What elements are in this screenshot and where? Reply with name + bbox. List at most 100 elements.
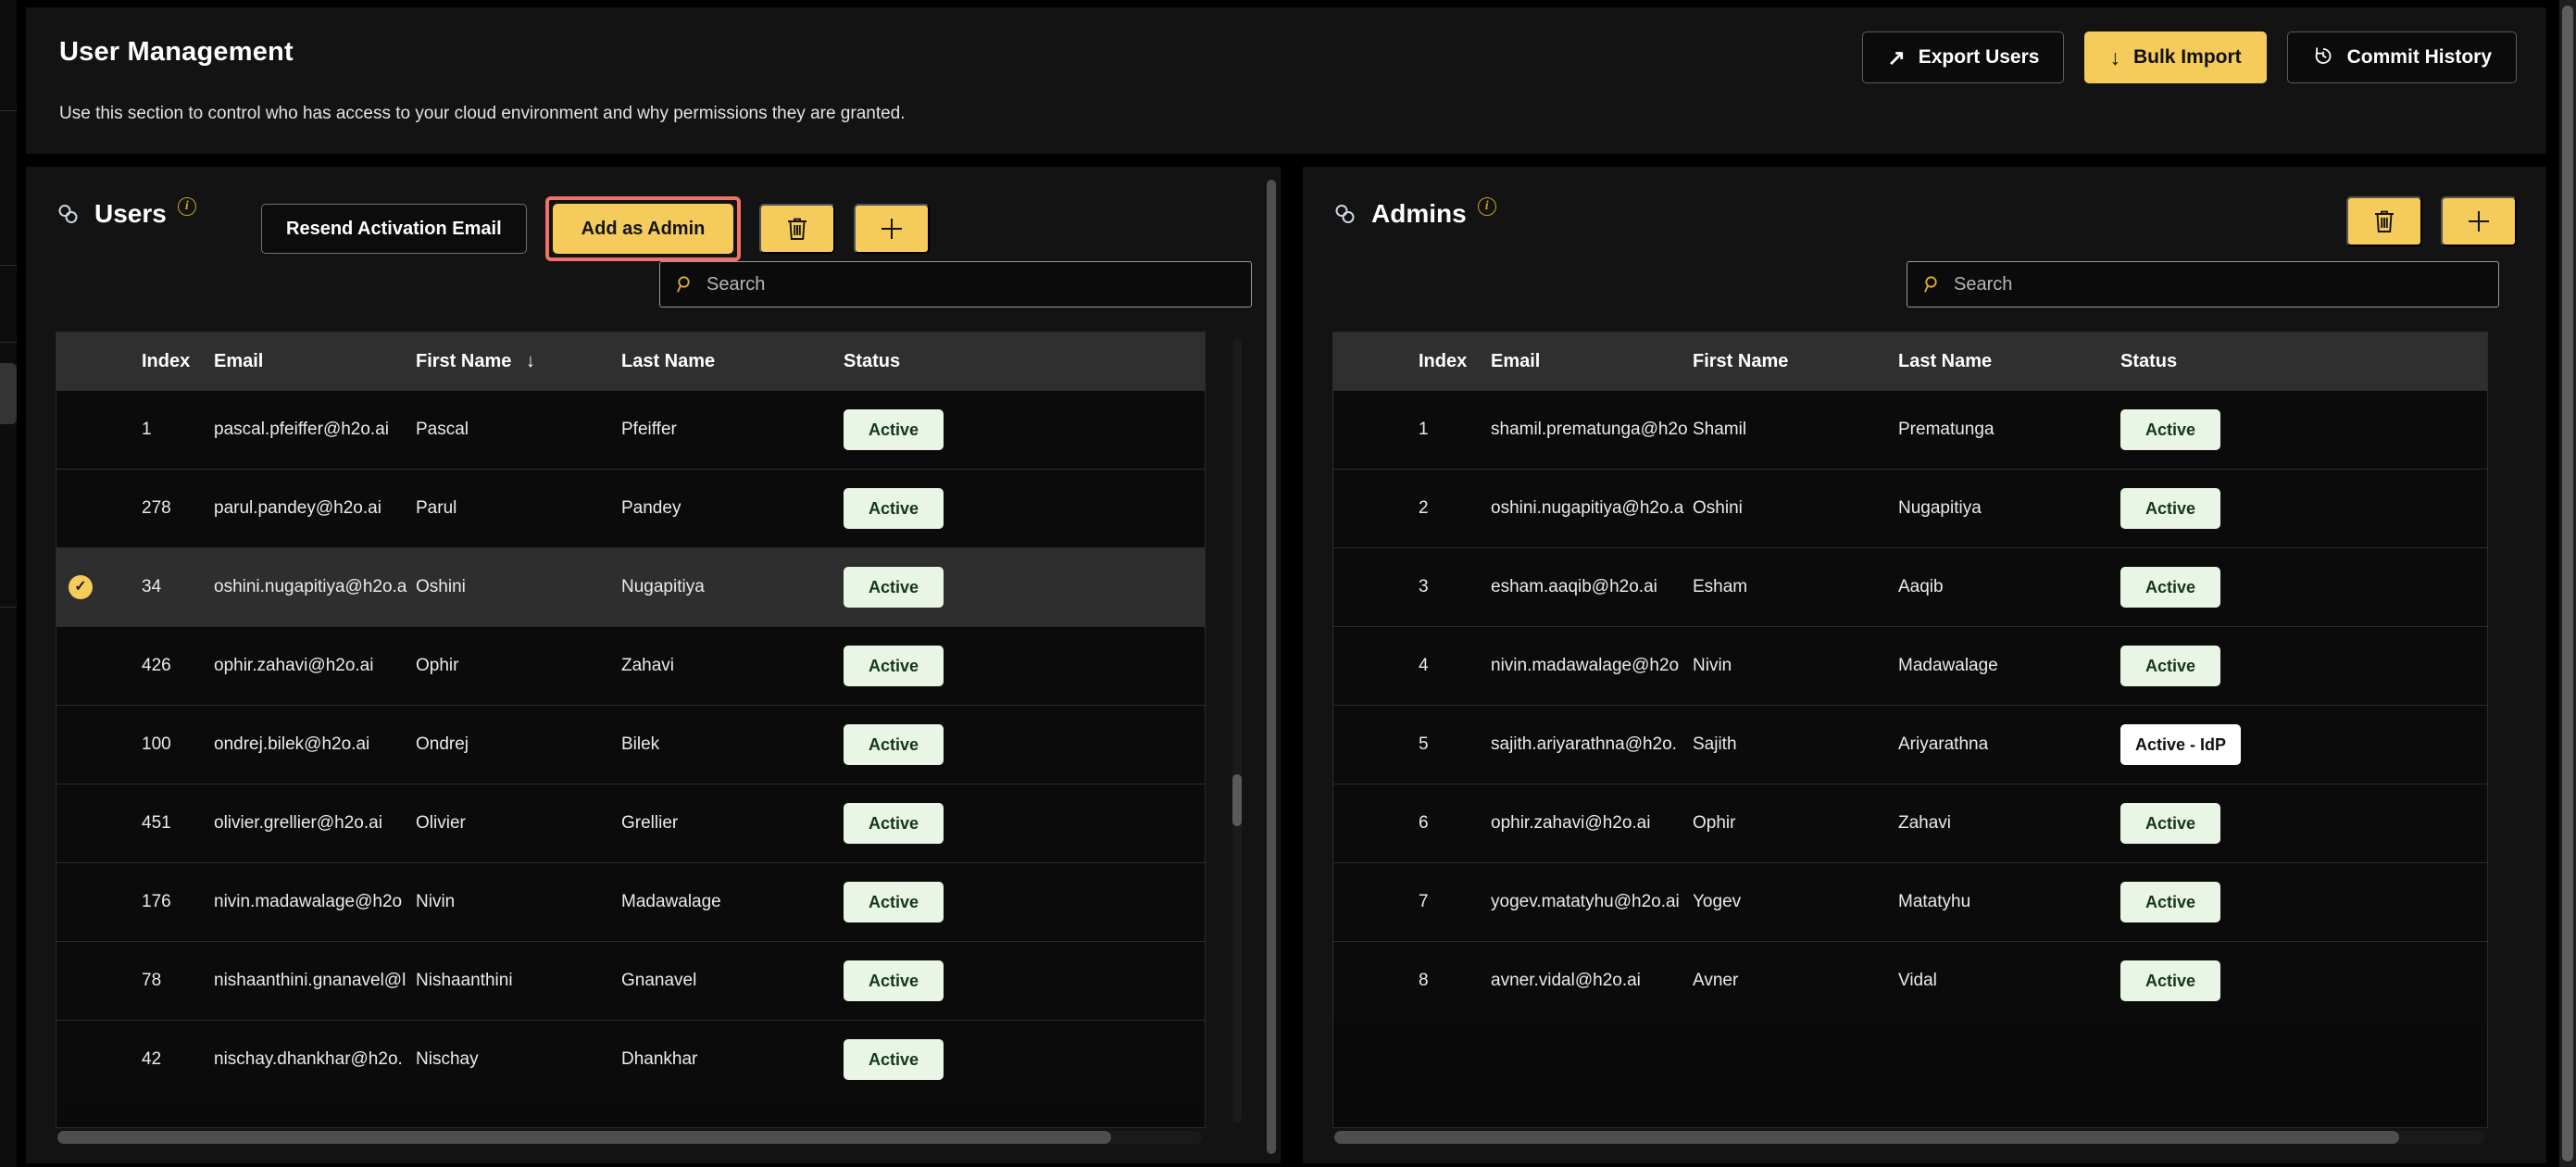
users-table-scroll-thumb[interactable] — [1232, 774, 1242, 826]
header-action-bar: ↗ Export Users ↓ Bulk Import Commit Hist… — [1862, 31, 2517, 83]
column-header-index[interactable]: Index — [1382, 351, 1491, 372]
admins-table-horizontal-scrollbar[interactable] — [1334, 1131, 2484, 1144]
status-badge: Active — [844, 567, 944, 608]
row-status-cell: Active — [844, 646, 1205, 686]
admins-panel: Admins i Search Index Email First Name L… — [1303, 167, 2546, 1163]
row-email: nivin.madawalage@h2o — [1491, 656, 1680, 675]
table-row[interactable]: 451 olivier.grellier@h2o.ai Olivier Grellie… — [56, 784, 1205, 862]
users-delete-button[interactable] — [759, 204, 836, 254]
row-status-cell: Active — [2120, 646, 2487, 686]
row-index: 6 — [1419, 813, 1429, 833]
row-first-name: Parul — [416, 498, 457, 518]
chain-link-icon — [56, 203, 83, 227]
check-icon: ✓ — [69, 575, 93, 599]
row-email: esham.aaqib@h2o.ai — [1491, 577, 1657, 596]
add-as-admin-button[interactable]: Add as Admin — [552, 204, 734, 254]
users-table-vertical-scrollbar[interactable] — [1232, 339, 1242, 1123]
commit-history-label: Commit History — [2346, 46, 2492, 68]
table-row[interactable]: 176 nivin.madawalage@h2o Nivin Madawalage Ac… — [56, 862, 1205, 941]
rail-item-active[interactable] — [0, 363, 17, 424]
column-header-email[interactable]: Email — [1491, 351, 1693, 372]
table-row[interactable]: 8 avner.vidal@h2o.ai Avner Vidal Active — [1333, 941, 2487, 1020]
users-search-input[interactable] — [707, 273, 1236, 295]
bulk-import-button[interactable]: ↓ Bulk Import — [2084, 31, 2267, 83]
bulk-import-label: Bulk Import — [2132, 46, 2242, 68]
table-row[interactable]: ✓ 34 oshini.nugapitiya@h2o.a Oshini Nugapiti… — [56, 547, 1205, 626]
plus-icon — [2465, 207, 2493, 235]
table-row[interactable]: 42 nischay.dhankhar@h2o. Nischay Dhankhar Ac… — [56, 1020, 1205, 1098]
column-header-first-name[interactable]: First Name ↓ — [416, 351, 621, 372]
admins-delete-button[interactable] — [2346, 196, 2422, 246]
row-last-name: Matatyhu — [1898, 892, 1971, 911]
row-index: 2 — [1419, 498, 1429, 518]
row-first-name: Ophir — [1693, 813, 1736, 833]
users-add-button[interactable] — [854, 204, 931, 254]
users-panel-scroll-thumb[interactable] — [1267, 180, 1276, 1154]
row-first-name: Pascal — [416, 420, 469, 439]
table-row[interactable]: 78 nishaanthini.gnanavel@l Nishaanthini Gna… — [56, 941, 1205, 1020]
column-header-status[interactable]: Status — [2120, 351, 2487, 372]
row-last-name: Pfeiffer — [621, 420, 677, 439]
admins-title-text: Admins — [1371, 199, 1467, 228]
column-header-email[interactable]: Email — [214, 351, 416, 372]
column-header-last-name[interactable]: Last Name — [621, 351, 844, 372]
table-row[interactable]: 3 esham.aaqib@h2o.ai Esham Aaqib Active — [1333, 547, 2487, 626]
status-badge: Active — [2120, 488, 2220, 529]
row-index: 7 — [1419, 892, 1429, 911]
users-panel-title: Users i — [56, 197, 196, 229]
table-row[interactable]: 4 nivin.madawalage@h2o Nivin Madawalage Acti… — [1333, 626, 2487, 705]
row-index: 451 — [142, 813, 171, 833]
resend-activation-email-button[interactable]: Resend Activation Email — [261, 204, 527, 254]
table-row[interactable]: 100 ondrej.bilek@h2o.ai Ondrej Bilek Active — [56, 705, 1205, 784]
column-header-status[interactable]: Status — [844, 351, 1205, 372]
table-row[interactable]: 278 parul.pandey@h2o.ai Parul Pandey Active — [56, 469, 1205, 547]
users-row-list: 1 pascal.pfeiffer@h2o.ai Pascal Pfeiffer Act… — [56, 390, 1205, 1098]
column-header-index[interactable]: Index — [105, 351, 214, 372]
row-first-name: Oshini — [1693, 498, 1743, 518]
row-first-name: Nishaanthini — [416, 971, 513, 990]
row-last-name: Ariyarathna — [1898, 734, 1989, 754]
row-first-name: Nivin — [1693, 656, 1732, 675]
table-row[interactable]: 5 sajith.ariyarathna@h2o. Sajith Ariyarathn… — [1333, 705, 2487, 784]
row-status-cell: Active — [2120, 882, 2487, 922]
row-first-name: Avner — [1693, 971, 1739, 990]
users-table-hscroll-thumb[interactable] — [57, 1131, 1111, 1144]
page-scroll-thumb[interactable] — [2562, 6, 2573, 1161]
row-first-name: Nischay — [416, 1049, 479, 1069]
row-selected-check-icon[interactable]: ✓ — [56, 575, 105, 599]
page-root: User Management Use this section to cont… — [17, 0, 2559, 1167]
admins-table-hscroll-thumb[interactable] — [1334, 1131, 2399, 1144]
table-row[interactable]: 6 ophir.zahavi@h2o.ai Ophir Zahavi Active — [1333, 784, 2487, 862]
download-icon: ↓ — [2109, 44, 2120, 69]
table-row[interactable]: 1 shamil.prematunga@h2o Shamil Prematunga Ac… — [1333, 390, 2487, 469]
row-last-name: Prematunga — [1898, 420, 1995, 439]
table-row[interactable]: 7 yogev.matatyhu@h2o.ai Yogev Matatyhu Activ… — [1333, 862, 2487, 941]
admins-add-button[interactable] — [2441, 196, 2517, 246]
row-status-cell: Active — [844, 960, 1205, 1001]
info-icon[interactable]: i — [1477, 197, 1496, 216]
status-badge: Active — [2120, 960, 2220, 1001]
info-icon[interactable]: i — [177, 197, 196, 216]
row-index: 4 — [1419, 656, 1429, 675]
left-nav-rail[interactable] — [0, 0, 17, 1167]
export-users-button[interactable]: ↗ Export Users — [1862, 31, 2065, 83]
table-row[interactable]: 1 pascal.pfeiffer@h2o.ai Pascal Pfeiffer Act… — [56, 390, 1205, 469]
table-row[interactable]: 426 ophir.zahavi@h2o.ai Ophir Zahavi Active — [56, 626, 1205, 705]
commit-history-button[interactable]: Commit History — [2286, 31, 2517, 83]
row-status-cell: Active — [844, 567, 1205, 608]
status-badge: Active — [844, 960, 944, 1001]
search-icon — [1922, 274, 1943, 295]
admins-search-input[interactable] — [1954, 273, 2483, 295]
page-vertical-scrollbar[interactable] — [2559, 0, 2576, 1167]
users-table-horizontal-scrollbar[interactable] — [57, 1131, 1202, 1144]
row-first-name: Oshini — [416, 577, 466, 596]
column-header-first-name[interactable]: First Name — [1693, 351, 1898, 372]
table-row[interactable]: 2 oshini.nugapitiya@h2o.a Oshini Nugapitiya… — [1333, 469, 2487, 547]
row-status-cell: Active — [844, 803, 1205, 844]
column-header-last-name[interactable]: Last Name — [1898, 351, 2120, 372]
admins-search-box[interactable] — [1907, 261, 2499, 307]
chain-link-icon — [1332, 203, 1360, 227]
users-search-box[interactable] — [659, 261, 1252, 307]
row-last-name: Nugapitiya — [1898, 498, 1982, 518]
plus-icon — [878, 215, 906, 243]
